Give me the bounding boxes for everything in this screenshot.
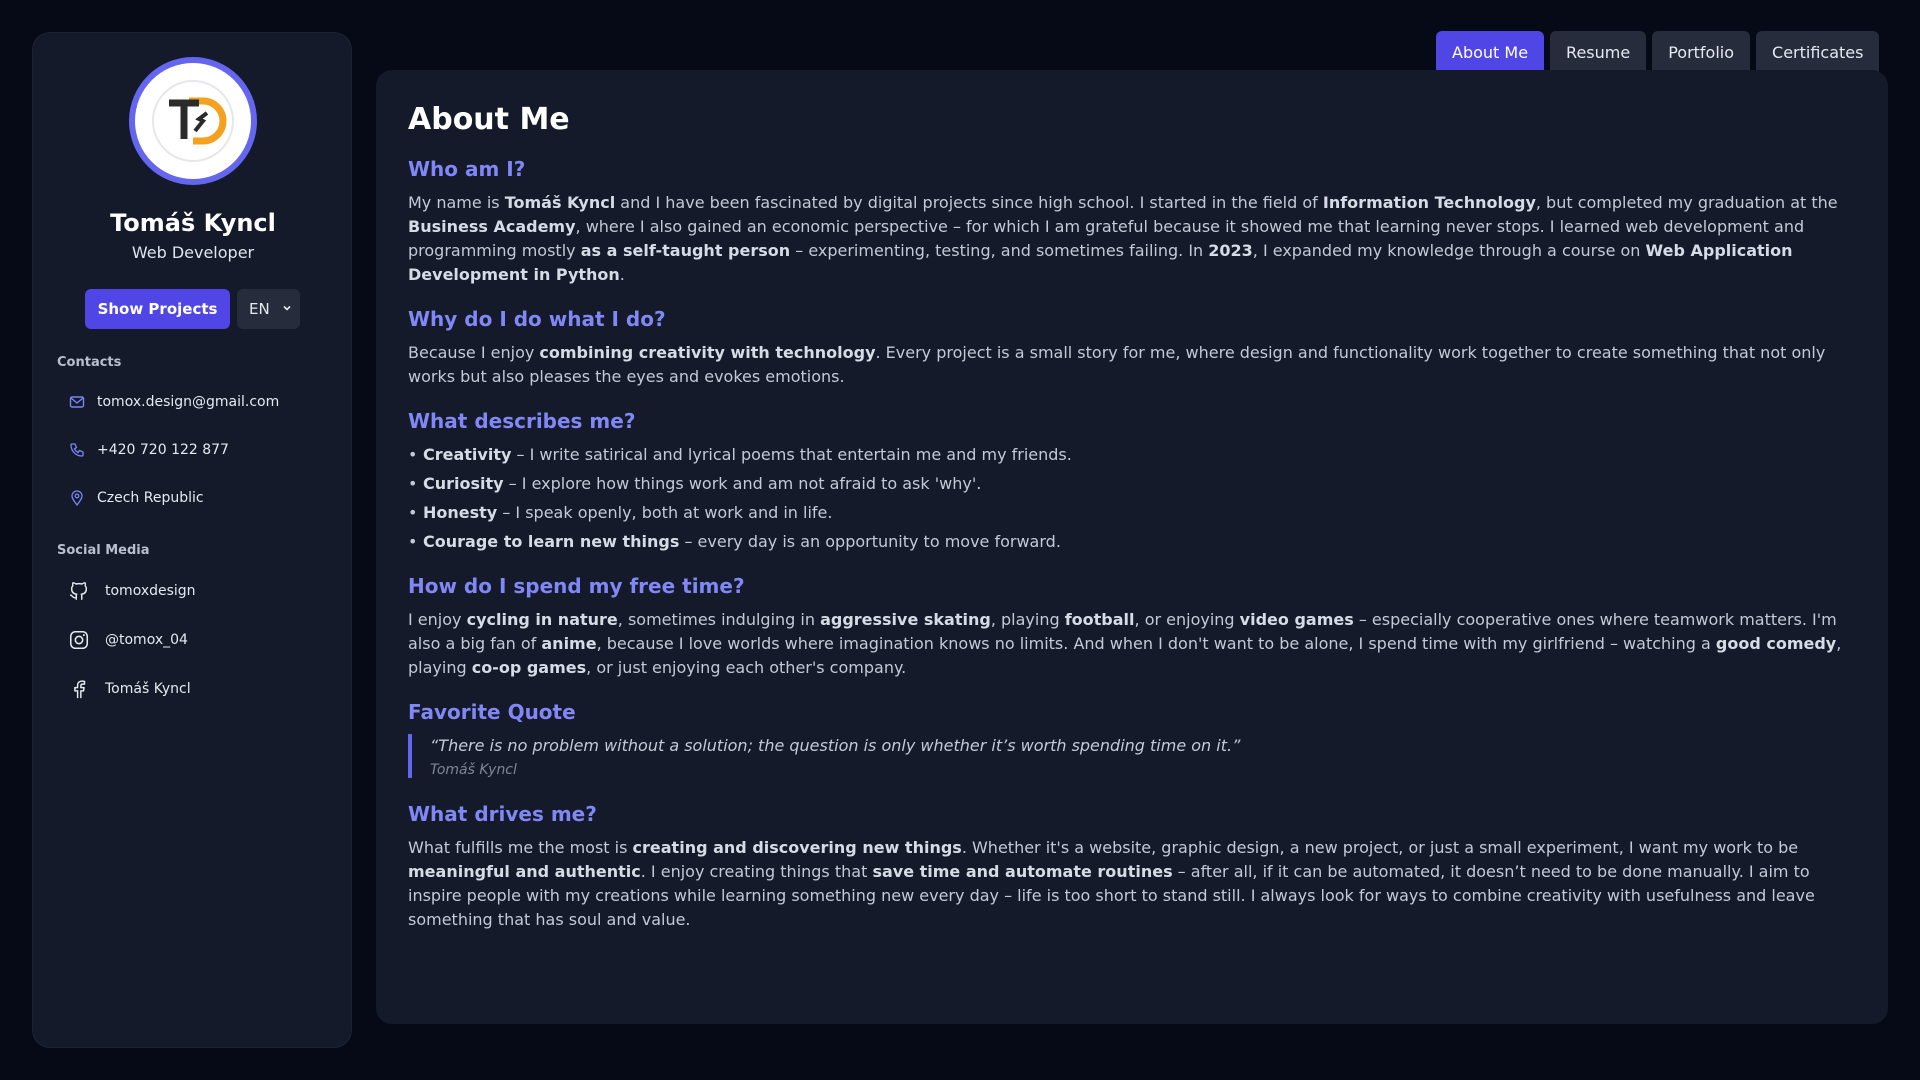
quote-text: “There is no problem without a solution;… (430, 736, 1241, 755)
contact-phone[interactable]: +420 720 122 877 (69, 442, 229, 458)
tab-bar: About Me Resume Portfolio Certificates (1436, 31, 1880, 73)
tab-portfolio[interactable]: Portfolio (1652, 31, 1751, 73)
list-item: • Courage to learn new things – every day… (408, 532, 1061, 551)
contact-location-text: Czech Republic (97, 490, 204, 506)
free-time-heading: How do I spend my free time? (408, 574, 745, 598)
phone-icon (69, 442, 85, 458)
why-paragraph: Because I enjoy combining creativity wit… (408, 343, 1826, 386)
social-instagram[interactable]: @tomox_04 (67, 628, 188, 652)
drives-paragraph: What fulfills me the most is creating an… (408, 838, 1815, 929)
logo-icon (152, 80, 234, 162)
profile-name: Tomáš Kyncl (110, 209, 276, 237)
list-item: • Creativity – I write satirical and lyri… (408, 445, 1072, 464)
social-facebook[interactable]: Tomáš Kyncl (67, 677, 191, 701)
favorite-quote: “There is no problem without a solution;… (408, 734, 1856, 778)
language-value: EN (249, 300, 270, 318)
contact-location: Czech Republic (69, 490, 204, 506)
why-heading: Why do I do what I do? (408, 307, 666, 331)
location-pin-icon (69, 490, 85, 506)
profile-role: Web Developer (131, 243, 255, 262)
quote-author: Tomáš Kyncl (430, 762, 517, 778)
about-me-panel: About Me Who am I? My name is Tomáš Kync… (376, 70, 1888, 1024)
contact-email-text: tomox.design@gmail.com (97, 394, 280, 410)
list-item: • Honesty – I speak openly, both at work … (408, 503, 833, 522)
who-paragraph: My name is Tomáš Kyncl and I have been f… (408, 193, 1838, 284)
chevron-down-icon (283, 305, 291, 311)
show-projects-button[interactable]: Show Projects (85, 289, 230, 329)
avatar (129, 57, 257, 185)
facebook-name: Tomáš Kyncl (105, 681, 191, 697)
profile-sidebar: Tomáš Kyncl Web Developer Show Projects … (32, 32, 352, 1048)
contact-phone-text: +420 720 122 877 (97, 442, 229, 458)
tab-resume[interactable]: Resume (1550, 31, 1647, 73)
drives-heading: What drives me? (408, 802, 597, 826)
tab-certificates[interactable]: Certificates (1756, 31, 1880, 73)
contact-email[interactable]: tomox.design@gmail.com (69, 394, 279, 410)
facebook-icon (67, 677, 91, 701)
who-heading: Who am I? (408, 157, 526, 181)
mail-icon (69, 394, 85, 410)
instagram-icon (67, 628, 91, 652)
github-icon (67, 579, 91, 603)
traits-list: • Creativity – I write satirical and lyri… (408, 443, 1856, 554)
quote-heading: Favorite Quote (408, 700, 576, 724)
tab-about-me[interactable]: About Me (1436, 31, 1545, 73)
describes-heading: What describes me? (408, 409, 636, 433)
social-media-label: Social Media (57, 543, 150, 558)
github-handle: tomoxdesign (105, 583, 196, 599)
page-title: About Me (408, 102, 570, 137)
language-select[interactable]: EN (237, 289, 300, 329)
free-time-paragraph: I enjoy cycling in nature, sometimes ind… (408, 610, 1842, 677)
instagram-handle: @tomox_04 (105, 632, 188, 648)
contacts-label: Contacts (57, 355, 122, 370)
list-item: • Curiosity – I explore how things work a… (408, 474, 982, 493)
social-github[interactable]: tomoxdesign (67, 579, 196, 603)
